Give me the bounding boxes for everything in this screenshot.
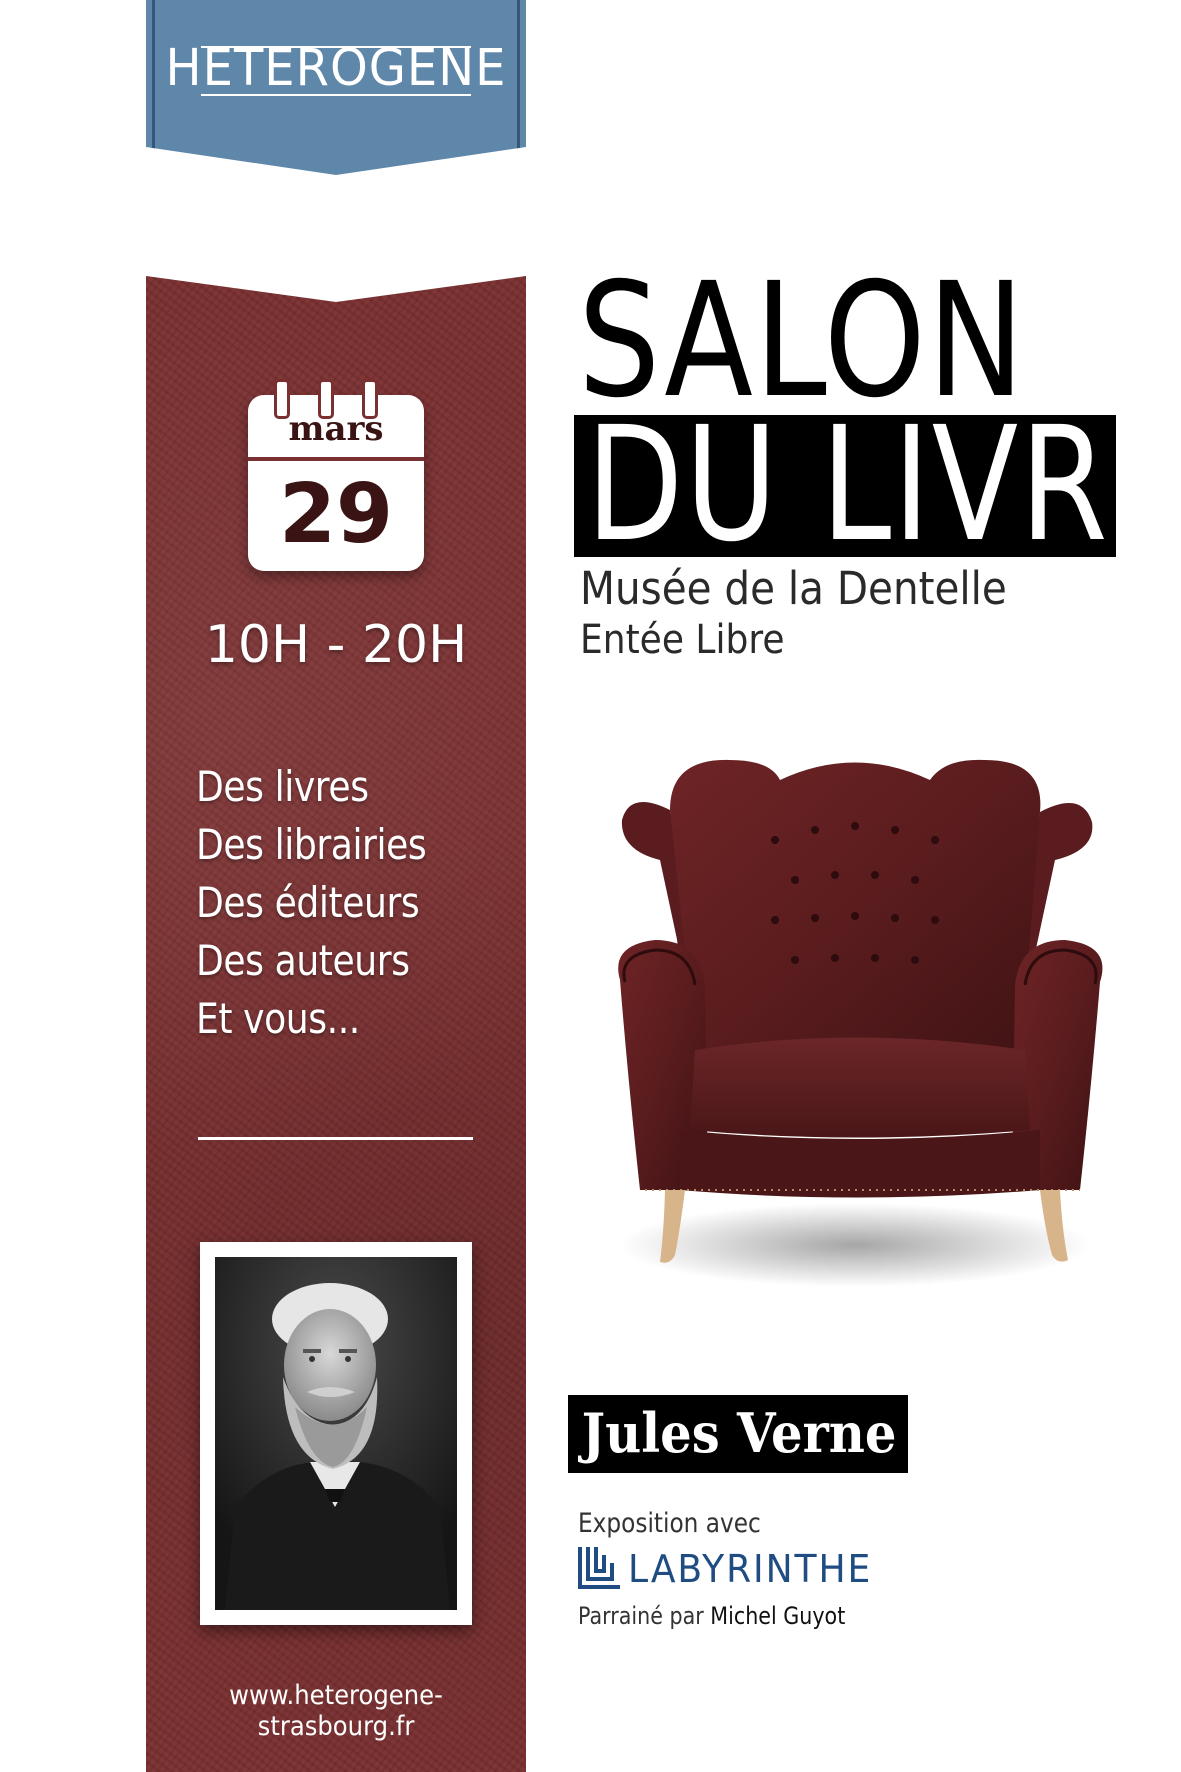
features-list: Des livres Des librairies Des éditeurs D… bbox=[196, 758, 464, 1048]
armchair-image bbox=[618, 759, 1103, 1287]
website-url[interactable]: www.heterogene-strasbourg.fr bbox=[165, 1680, 507, 1742]
calendar-divider bbox=[248, 457, 424, 461]
exhibition-label: Exposition avec bbox=[578, 1508, 761, 1539]
author-name: Jules Verne bbox=[581, 1401, 897, 1465]
portrait-illustration bbox=[215, 1257, 457, 1610]
partner-name: LABYRINTHE bbox=[628, 1547, 873, 1591]
author-badge: Jules Verne bbox=[568, 1395, 908, 1473]
venue-text: Musée de la Dentelle bbox=[580, 562, 1007, 615]
calendar-day: 29 bbox=[278, 467, 394, 562]
brand-banner: HETEROGENE bbox=[146, 0, 526, 175]
partner-logo: LABYRINTHE bbox=[578, 1545, 900, 1591]
entry-text: Entée Libre bbox=[580, 617, 785, 663]
title-line-2: DU LIVRE bbox=[586, 393, 1181, 577]
portrait-photo bbox=[215, 1257, 457, 1610]
calendar-icon: mars 29 bbox=[248, 379, 424, 571]
portrait-frame bbox=[200, 1242, 472, 1625]
event-hours: 10H - 20H bbox=[204, 615, 468, 675]
list-item: Des librairies bbox=[196, 820, 427, 869]
calendar-month: mars bbox=[288, 409, 384, 449]
divider bbox=[198, 1137, 473, 1140]
sponsor-name: Michel Guyot bbox=[710, 1602, 846, 1630]
list-item: Des auteurs bbox=[196, 936, 410, 985]
list-item: Des éditeurs bbox=[196, 878, 420, 927]
sponsor-prefix: Parrainé par bbox=[578, 1602, 704, 1630]
brand-rule-bottom bbox=[201, 94, 471, 96]
list-item: Des livres bbox=[196, 762, 369, 811]
list-item: Et vous... bbox=[196, 994, 360, 1043]
brand-name: HETEROGENE bbox=[165, 38, 507, 98]
labyrinth-logo-icon bbox=[578, 1547, 620, 1589]
sponsor-line: Parrainé par Michel Guyot bbox=[578, 1602, 845, 1630]
